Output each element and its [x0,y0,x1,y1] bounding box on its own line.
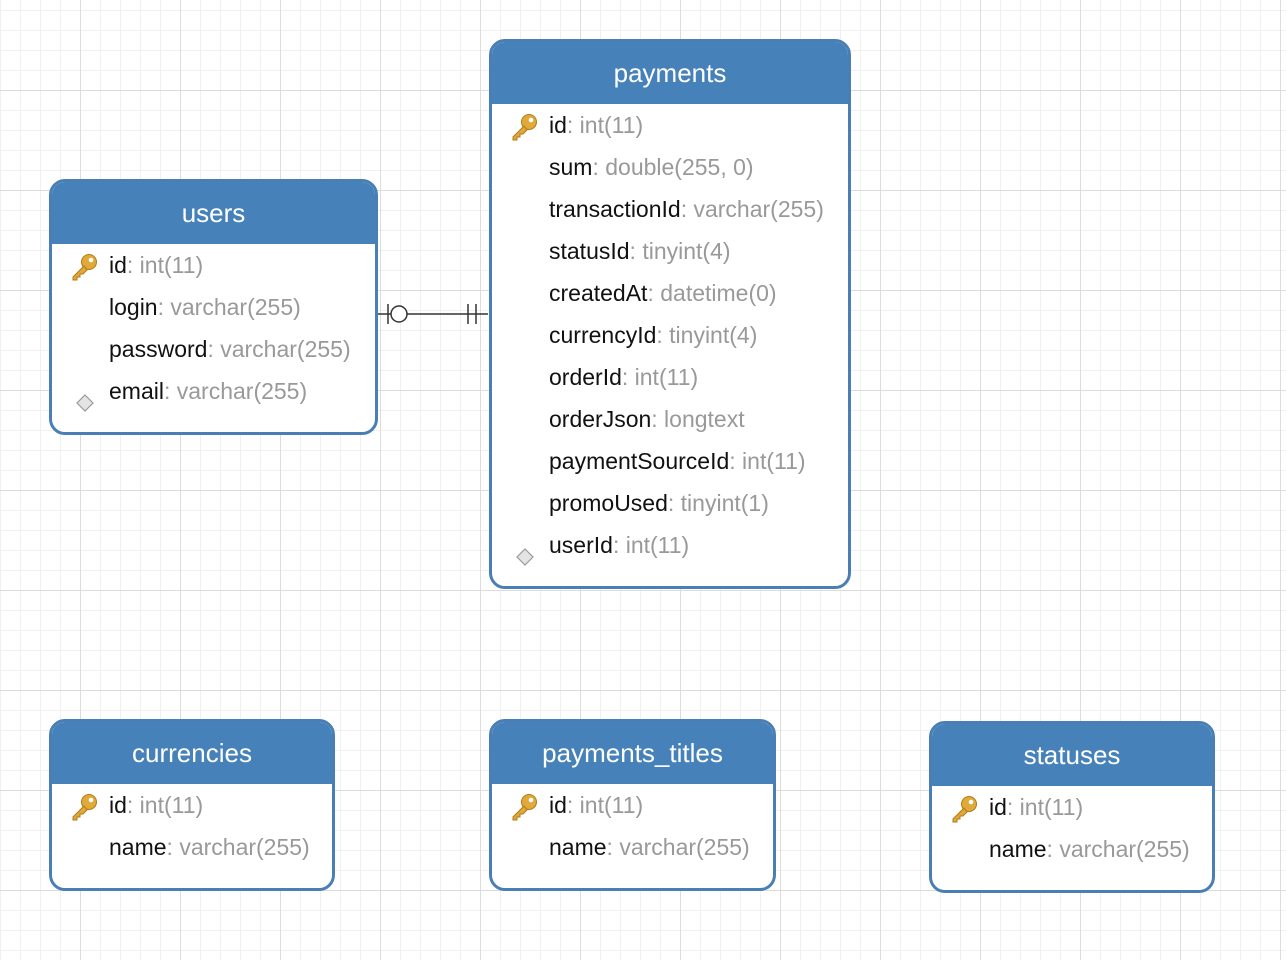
field-row[interactable]: createdAt: datetime(0) [492,272,848,314]
field-row[interactable]: promoUsed: tinyint(1) [492,482,848,524]
primary-key-icon [509,792,539,821]
field-type: int(11) [628,364,699,390]
field-type: varchar(255) [1052,836,1190,862]
field-row[interactable]: userId: int(11) [492,524,848,566]
field-name: paymentSourceId [549,448,730,474]
table-header[interactable]: payments_titles [492,722,773,784]
field-name: password [109,336,208,362]
field-name: email [109,378,164,404]
field-name: id [549,792,567,818]
table-users[interactable]: users id: int(11) login: varchar(255) pass… [49,179,378,435]
field-name: transactionId [549,196,681,222]
field-name: login [109,294,158,320]
field-type: varchar(255) [687,196,824,222]
field-row[interactable]: transactionId: varchar(255) [492,188,848,230]
field-name: promoUsed [549,490,668,516]
field-type: varchar(255) [612,834,750,860]
field-row[interactable]: orderId: int(11) [492,356,848,398]
field-list: id: int(11) sum: double(255, 0) transactio… [492,104,848,566]
field-type: int(11) [735,448,806,474]
table-header[interactable]: statuses [932,724,1212,786]
table-payments[interactable]: payments id: int(11) sum: double(255, 0) t… [489,39,851,589]
field-type: tinyint(4) [662,322,758,348]
foreign-key-icon [516,537,534,566]
field-type: varchar(255) [164,294,301,320]
field-type: tinyint(1) [674,490,769,516]
field-row[interactable]: login: varchar(255) [52,286,375,328]
field-row[interactable]: orderJson: longtext [492,398,848,440]
field-type: int(11) [573,112,644,138]
field-row[interactable]: name: varchar(255) [932,828,1212,870]
field-name: orderId [549,364,622,390]
field-type: double(255, 0) [598,154,754,180]
field-name: statusId [549,238,630,264]
field-row[interactable]: statusId: tinyint(4) [492,230,848,272]
primary-key-icon [69,252,99,281]
field-row[interactable]: sum: double(255, 0) [492,146,848,188]
field-type: int(11) [1013,794,1084,820]
primary-key-icon [949,794,979,823]
field-type: varchar(255) [170,378,308,404]
field-list: id: int(11) name: varchar(255) [932,786,1212,870]
field-name: name [549,834,607,860]
field-list: id: int(11) login: varchar(255) password: … [52,244,375,412]
field-row[interactable]: id: int(11) [52,784,332,826]
field-row[interactable]: currencyId: tinyint(4) [492,314,848,356]
field-name: id [109,252,127,278]
field-name: id [989,794,1007,820]
field-type: int(11) [619,532,690,558]
field-row[interactable]: id: int(11) [52,244,375,286]
field-name: userId [549,532,613,558]
primary-key-icon [509,112,539,141]
field-type: datetime(0) [653,280,777,306]
field-name: name [109,834,167,860]
field-row[interactable]: email: varchar(255) [52,370,375,412]
field-type: varchar(255) [213,336,351,362]
field-name: sum [549,154,593,180]
field-row[interactable]: id: int(11) [492,784,773,826]
field-list: id: int(11) name: varchar(255) [492,784,773,868]
field-name: orderJson [549,406,652,432]
field-name: name [989,836,1047,862]
field-row[interactable]: id: int(11) [932,786,1212,828]
table-header[interactable]: users [52,182,375,244]
table-header[interactable]: payments [492,42,848,104]
primary-key-icon [69,792,99,821]
table-currencies[interactable]: currencies id: int(11) name: varchar(255) [49,719,335,891]
field-type: tinyint(4) [635,238,731,264]
field-row[interactable]: password: varchar(255) [52,328,375,370]
field-type: int(11) [133,792,204,818]
foreign-key-icon [76,383,94,412]
field-row[interactable]: paymentSourceId: int(11) [492,440,848,482]
field-name: id [549,112,567,138]
diagram-canvas: users id: int(11) login: varchar(255) pass… [0,0,1286,960]
field-type: int(11) [133,252,204,278]
field-list: id: int(11) name: varchar(255) [52,784,332,868]
table-statuses[interactable]: statuses id: int(11) name: varchar(255) [929,721,1215,893]
field-type: longtext [657,406,745,432]
field-name: id [109,792,127,818]
table-payments-titles[interactable]: payments_titles id: int(11) name: varchar… [489,719,776,891]
field-row[interactable]: name: varchar(255) [52,826,332,868]
cardinality-zero-circle [390,305,408,323]
field-name: createdAt [549,280,648,306]
field-type: int(11) [573,792,644,818]
field-type: varchar(255) [172,834,310,860]
field-name: currencyId [549,322,657,348]
table-header[interactable]: currencies [52,722,332,784]
field-row[interactable]: id: int(11) [492,104,848,146]
field-row[interactable]: name: varchar(255) [492,826,773,868]
